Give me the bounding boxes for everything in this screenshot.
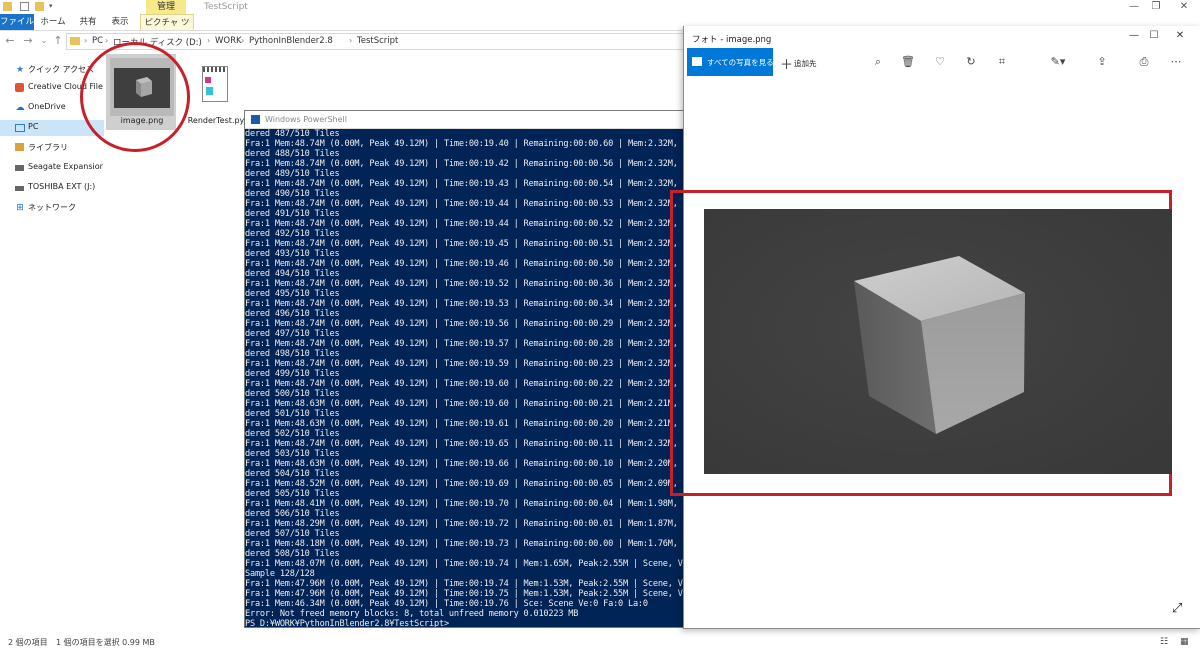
rendered-cube-image [704,209,1172,474]
zoom-icon[interactable]: ⌕ [870,54,886,70]
new-folder-icon[interactable] [35,2,44,11]
python-logo-part [205,77,211,83]
photo-icon [692,57,702,66]
file-item-rendertest-py[interactable]: RenderTest.py [180,54,252,132]
see-all-label: すべての写真を見る [707,58,774,67]
more-icon[interactable]: ⋯ [1168,54,1184,70]
plus-icon: ＋ [780,58,794,73]
file-name: RenderTest.py [187,116,245,125]
add-to-button[interactable]: ＋ 追加先 [780,48,830,76]
maximize-button[interactable]: ☐ [1144,30,1164,41]
tab-share[interactable]: 共有 [76,14,100,30]
nav-item-network[interactable]: ⊞ ネットワーク [0,200,104,216]
nav-label: ネットワーク [28,203,76,212]
forward-icon[interactable]: → [22,34,34,47]
photos-title: フォト - image.png [692,35,772,45]
cloud-icon: ☁ [15,103,25,113]
properties-icon[interactable] [20,2,29,11]
minimize-button[interactable]: — [1124,30,1144,41]
highlight-circle [80,42,190,152]
minimize-button[interactable]: — [1124,1,1144,12]
selection-info: 1 個の項目を選択 0.99 MB [56,638,155,647]
breadcrumb-python-in-blender[interactable]: PythonInBlender2.8 [249,36,333,46]
network-icon: ⊞ [16,203,24,213]
tab-view[interactable]: 表示 [108,14,132,30]
details-view-icon[interactable]: ☷ [1160,637,1168,647]
fullscreen-expand-icon[interactable]: ⤢ [1172,601,1182,616]
breadcrumb-separator: › [207,36,211,45]
python-logo-part [206,87,213,95]
close-button[interactable]: ✕ [1170,30,1190,41]
image-viewer[interactable] [704,209,1172,474]
back-icon[interactable]: ← [4,34,16,47]
drive-icon [15,186,24,191]
manage-tab-header: 管理 [146,0,186,14]
photos-toolbar: すべての写真を見る ＋ 追加先 ⌕ 🗑 ♡ ↻ ⌗ ✎▾ ⇪ ⎙ ⋯ [684,48,1200,76]
breadcrumb-separator: › [84,36,88,45]
qat-dropdown-icon[interactable]: ▾ [49,2,58,11]
folder-icon [3,2,12,11]
drive-icon [15,165,24,171]
breadcrumb-work[interactable]: WORK [215,36,242,46]
powershell-title: Windows PowerShell [265,115,347,124]
breadcrumb-separator: › [241,36,245,45]
nav-item-seagate[interactable]: Seagate Expansion Dr [0,160,104,176]
library-icon [15,143,24,151]
folder-icon [70,37,80,45]
tab-home[interactable]: ホーム [40,14,66,30]
large-icons-view-icon[interactable]: ▦ [1180,637,1189,647]
favorite-icon[interactable]: ♡ [932,54,948,70]
rotate-icon[interactable]: ↻ [963,54,979,70]
navigation-pane: ★ クイック アクセス Creative Cloud Files ☁ OneDr… [0,56,104,626]
breadcrumb-separator: › [105,36,109,45]
quick-access-toolbar: ▾ [0,0,60,14]
tab-file[interactable]: ファイル [0,14,34,30]
notebook-spiral [203,67,227,72]
nav-label: ライブラリ [28,143,68,152]
powershell-icon [251,115,260,124]
see-all-photos-button[interactable]: すべての写真を見る [687,48,774,76]
photos-window: フォト - image.png — ☐ ✕ すべての写真を見る ＋ 追加先 ⌕ … [670,26,1200,629]
add-to-label: 追加先 [794,59,817,68]
nav-item-toshiba[interactable]: TOSHIBA EXT (J:) [0,180,104,196]
star-icon: ★ [15,65,25,75]
breadcrumb-pc[interactable]: PC [92,36,103,46]
delete-icon[interactable]: 🗑 [900,54,916,70]
item-count: 2 個の項目 [8,638,48,647]
edit-icon[interactable]: ✎▾ [1046,54,1070,70]
computer-icon [15,124,25,132]
creative-cloud-icon [15,83,24,92]
thumbnail [184,58,248,116]
maximize-button[interactable]: ❐ [1146,1,1166,12]
close-button[interactable]: ✕ [1174,1,1194,12]
tab-picture-tools[interactable]: ピクチャ ツール [140,14,194,44]
up-icon[interactable]: ↑ [52,34,64,47]
nav-item-library[interactable]: ライブラリ [0,140,104,156]
breadcrumb-testscript[interactable]: TestScript [357,36,398,46]
nav-label: Seagate Expansion Dr [28,162,103,171]
share-icon[interactable]: ⇪ [1094,54,1110,70]
breadcrumb-separator: › [349,36,353,45]
python-file-icon [202,66,228,102]
nav-label: TOSHIBA EXT (J:) [28,182,96,191]
crop-icon[interactable]: ⌗ [994,54,1010,70]
status-bar: 2 個の項目 1 個の項目を選択 0.99 MB ☷ ▦ [0,634,1200,650]
print-icon[interactable]: ⎙ [1136,54,1152,70]
window-title: TestScript [204,2,248,12]
recent-dropdown-icon[interactable]: ⌄ [38,36,50,45]
